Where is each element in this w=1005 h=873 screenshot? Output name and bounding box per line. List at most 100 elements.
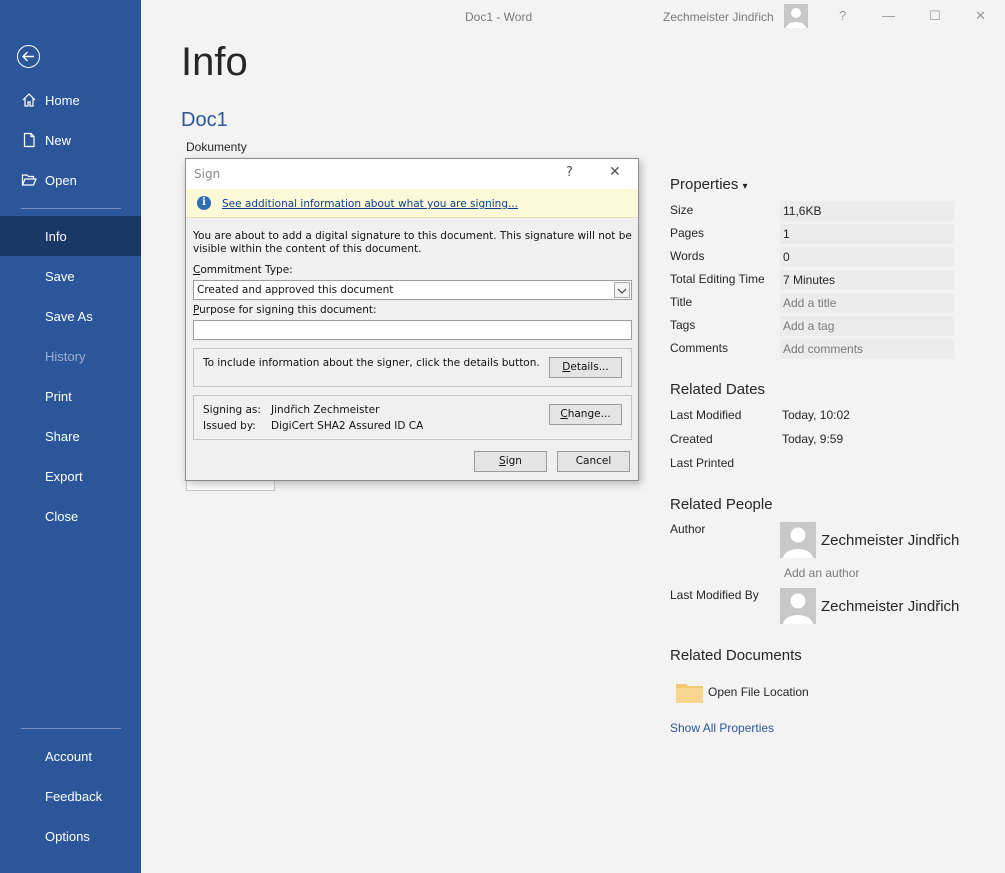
signature-description: You are about to add a digital signature… (193, 230, 632, 256)
nav-feedback[interactable]: Feedback (0, 776, 141, 816)
cancel-button[interactable]: Cancel (557, 451, 630, 472)
folder-icon (676, 684, 703, 703)
nav-info-label: Info (45, 229, 67, 244)
prop-words-value: 0 (780, 247, 954, 267)
chevron-down-icon: ▾ (742, 181, 748, 192)
author-avatar[interactable] (780, 522, 816, 558)
back-button[interactable] (17, 45, 40, 68)
properties-header[interactable]: Properties ▾ (670, 176, 748, 193)
add-author-link[interactable]: Add an author (784, 566, 859, 580)
created-value: Today, 9:59 (782, 432, 844, 446)
details-button-label: etails... (570, 361, 609, 373)
minimize-button[interactable]: — (882, 8, 895, 23)
account-name[interactable]: Zechmeister Jindřich (663, 10, 774, 24)
prop-title-field[interactable]: Add a title (780, 293, 954, 313)
nav-home[interactable]: Home (0, 80, 141, 120)
nav-export[interactable]: Export (0, 456, 141, 496)
modifier-avatar[interactable] (780, 588, 816, 624)
nav-close[interactable]: Close (0, 496, 141, 536)
arrow-left-icon (22, 51, 34, 62)
nav-save-as[interactable]: Save As (0, 296, 141, 336)
details-group: To include information about the signer,… (193, 348, 632, 387)
purpose-label-text: urpose for signing this document: (199, 304, 377, 316)
change-button[interactable]: Change... (549, 404, 622, 425)
close-window-button[interactable]: ✕ (975, 8, 986, 24)
modifier-name[interactable]: Zechmeister Jindřich (821, 598, 959, 615)
commitment-type-select[interactable]: Created and approved this document (193, 280, 632, 300)
nav-save[interactable]: Save (0, 256, 141, 296)
prop-pages-label: Pages (670, 226, 705, 240)
dialog-help-button[interactable]: ? (566, 165, 573, 180)
signer-group: Signing as: Jindřich Zechmeister Issued … (193, 395, 632, 440)
nav-open-label: Open (45, 173, 77, 188)
purpose-label: Purpose for signing this document: (193, 304, 377, 317)
nav-open[interactable]: Open (0, 160, 141, 200)
dialog-title: Sign (194, 167, 221, 181)
user-icon (786, 8, 806, 28)
prop-title-label: Title (670, 295, 693, 309)
show-all-properties-link[interactable]: Show All Properties (670, 721, 774, 735)
help-button[interactable]: ? (839, 8, 846, 23)
document-name: Doc1 (181, 109, 228, 131)
related-documents-title: Related Documents (670, 647, 802, 664)
document-location: Dokumenty (186, 140, 247, 154)
signing-as-label: Signing as: (203, 404, 261, 416)
author-name[interactable]: Zechmeister Jindřich (821, 532, 959, 549)
details-button[interactable]: Details... (549, 357, 622, 378)
description-line: You are about to add a digital signature… (193, 230, 632, 242)
sign-button[interactable]: Sign (474, 451, 547, 472)
last-modified-value: Today, 10:02 (782, 408, 850, 422)
home-icon (22, 93, 36, 107)
account-avatar[interactable] (784, 4, 808, 28)
nav-history: History (0, 336, 141, 376)
nav-new-label: New (45, 133, 72, 148)
info-bar: i See additional information about what … (186, 189, 638, 218)
nav-feedback-label: Feedback (45, 789, 103, 804)
commitment-type-label-text: ommitment Type: (200, 264, 293, 276)
commitment-type-value: Created and approved this document (197, 284, 394, 296)
author-label: Author (670, 522, 706, 536)
open-file-location-link[interactable]: Open File Location (708, 685, 809, 699)
description-line: visible within the content of this docum… (193, 243, 422, 255)
user-icon (783, 593, 813, 624)
nav-print-label: Print (45, 389, 72, 404)
last-modified-by-label: Last Modified By (670, 588, 759, 602)
created-label: Created (670, 432, 713, 446)
additional-info-link[interactable]: See additional information about what yo… (222, 198, 518, 210)
window-titlebar: Doc1 - Word Zechmeister Jindřich ? — ☐ ✕ (141, 0, 1005, 32)
chevron-down-icon[interactable] (614, 282, 630, 298)
prop-editing-time-value: 7 Minutes (780, 270, 954, 290)
details-instruction: To include information about the signer,… (203, 357, 540, 369)
user-icon (783, 527, 813, 558)
nav-share[interactable]: Share (0, 416, 141, 456)
issued-by-label: Issued by: (203, 420, 256, 432)
nav-save-label: Save (45, 269, 75, 284)
dialog-titlebar: Sign ? ✕ (186, 159, 638, 189)
nav-info[interactable]: Info (0, 216, 141, 256)
prop-pages-value: 1 (780, 224, 954, 244)
maximize-button[interactable]: ☐ (929, 8, 941, 24)
prop-editing-time-label: Total Editing Time (670, 272, 765, 286)
nav-home-label: Home (45, 93, 80, 108)
prop-comments-field[interactable]: Add comments (780, 339, 954, 359)
change-button-label: hange... (567, 408, 611, 420)
sign-dialog: Sign ? ✕ i See additional information ab… (185, 158, 639, 481)
nav-history-label: History (45, 349, 86, 364)
purpose-input[interactable] (193, 320, 632, 340)
nav-account[interactable]: Account (0, 736, 141, 776)
prop-size-label: Size (670, 203, 694, 217)
nav-options[interactable]: Options (0, 816, 141, 856)
dialog-close-button[interactable]: ✕ (609, 164, 621, 180)
prop-tags-field[interactable]: Add a tag (780, 316, 954, 336)
prop-words-label: Words (670, 249, 705, 263)
nav-export-label: Export (45, 469, 83, 484)
last-modified-label: Last Modified (670, 408, 742, 422)
nav-new[interactable]: New (0, 120, 141, 160)
nav-print[interactable]: Print (0, 376, 141, 416)
signing-as-value: Jindřich Zechmeister (271, 404, 380, 416)
nav-close-label: Close (45, 509, 79, 524)
info-icon: i (197, 196, 211, 210)
commitment-type-label: Commitment Type: (193, 264, 293, 277)
last-printed-label: Last Printed (670, 456, 735, 470)
related-people-title: Related People (670, 496, 773, 513)
